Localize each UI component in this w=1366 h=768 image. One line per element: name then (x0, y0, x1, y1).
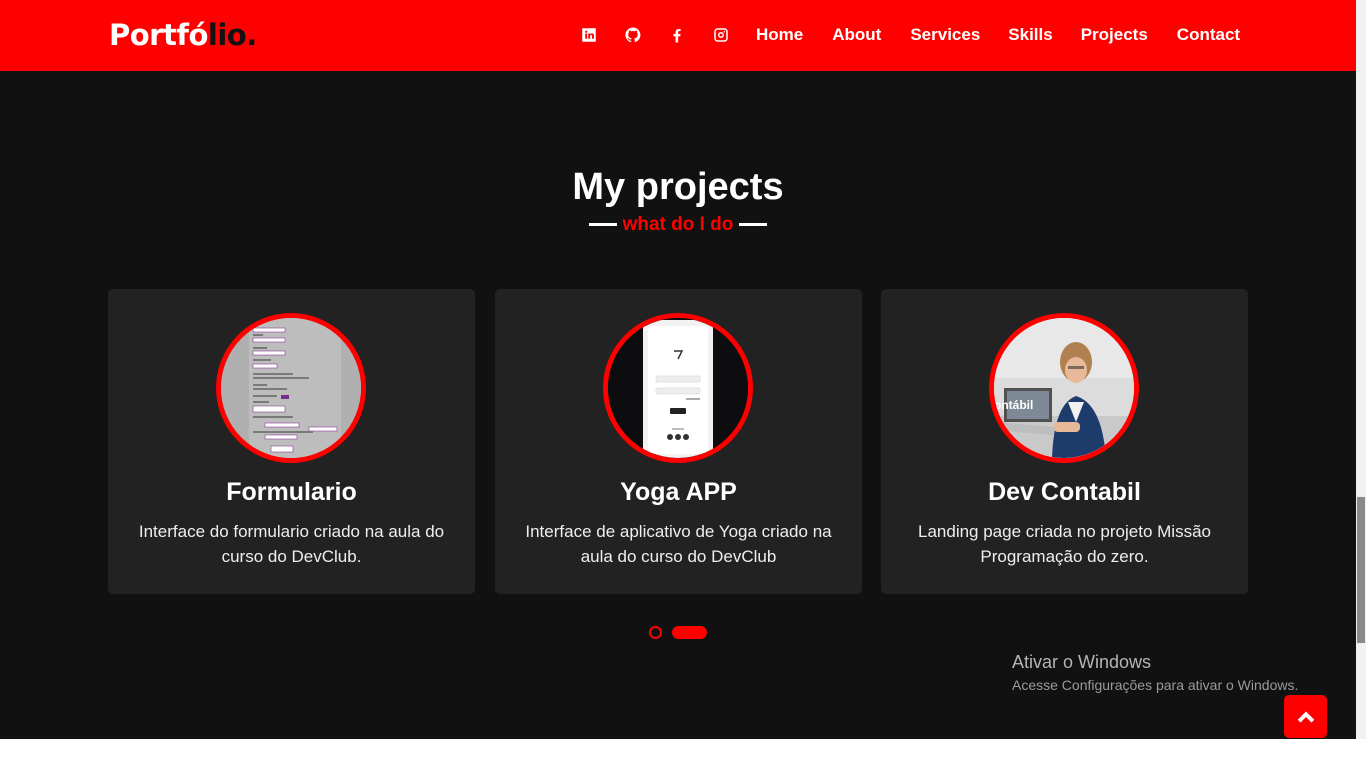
logo-main: Portfó (109, 18, 208, 52)
navbar: Portfólio. Home About Services Skills Pr… (0, 0, 1356, 71)
project-thumbnail-contabil: ontábil (989, 313, 1139, 463)
github-icon[interactable] (622, 24, 644, 46)
watermark-title: Ativar o Windows (1012, 652, 1152, 672)
contabil-screenshot (994, 318, 1134, 458)
nav-services[interactable]: Services (910, 24, 980, 46)
projects-section: My projects what do I do Formulario Inte… (0, 71, 1356, 739)
subtitle-text: what do I do (622, 214, 734, 235)
form-screenshot (221, 318, 361, 458)
project-card-yoga-app[interactable]: Yoga APP Interface de aplicativo de Yoga… (495, 289, 862, 594)
section-title: My projects (572, 166, 784, 208)
chevron-up-icon (1297, 711, 1314, 722)
project-thumbnail-yoga (603, 313, 753, 463)
project-card-formulario[interactable]: Formulario Interface do formulario criad… (108, 289, 475, 594)
project-description: Interface do formulario criado na aula d… (138, 522, 445, 566)
project-description: Interface de aplicativo de Yoga criado n… (525, 522, 832, 566)
page-bottom (0, 739, 1366, 768)
project-title: Formulario (226, 478, 357, 506)
subtitle-line-left (588, 223, 617, 227)
nav-skills[interactable]: Skills (1008, 24, 1052, 46)
social-icons (578, 24, 732, 46)
carousel-dot-1[interactable] (649, 626, 662, 639)
nav-home[interactable]: Home (756, 24, 803, 46)
linkedin-icon[interactable] (578, 24, 600, 46)
thumbnail-caption: ontábil (994, 398, 1034, 412)
section-subtitle: what do I do (0, 214, 1356, 236)
windows-activation-watermark: Ativar o Windows Acesse Configurações pa… (1012, 651, 1298, 695)
subtitle-line-right (739, 223, 768, 227)
scroll-to-top-button[interactable] (1284, 695, 1327, 738)
project-title: Yoga APP (620, 478, 737, 506)
nav-projects[interactable]: Projects (1081, 24, 1148, 46)
carousel-dot-2-active[interactable] (672, 626, 707, 639)
project-thumbnail-formulario (216, 313, 366, 463)
logo[interactable]: Portfólio. (109, 17, 257, 53)
nav-links: Home About Services Skills Projects Cont… (756, 24, 1240, 46)
project-title: Dev Contabil (988, 478, 1141, 506)
nav-contact[interactable]: Contact (1177, 24, 1240, 46)
facebook-icon[interactable] (666, 24, 688, 46)
logo-accent: lio. (207, 18, 257, 52)
watermark-subtitle: Acesse Configurações para ativar o Windo… (1012, 677, 1299, 693)
yoga-app-screenshot (608, 318, 748, 458)
project-description: Landing page criada no projeto Missão Pr… (918, 522, 1211, 566)
nav-about[interactable]: About (832, 24, 881, 46)
page-scrollbar[interactable] (1356, 0, 1366, 739)
instagram-icon[interactable] (710, 24, 732, 46)
project-card-dev-contabil[interactable]: ontábil Dev Contabil Landing page criada… (881, 289, 1248, 594)
scrollbar-thumb[interactable] (1357, 497, 1365, 643)
